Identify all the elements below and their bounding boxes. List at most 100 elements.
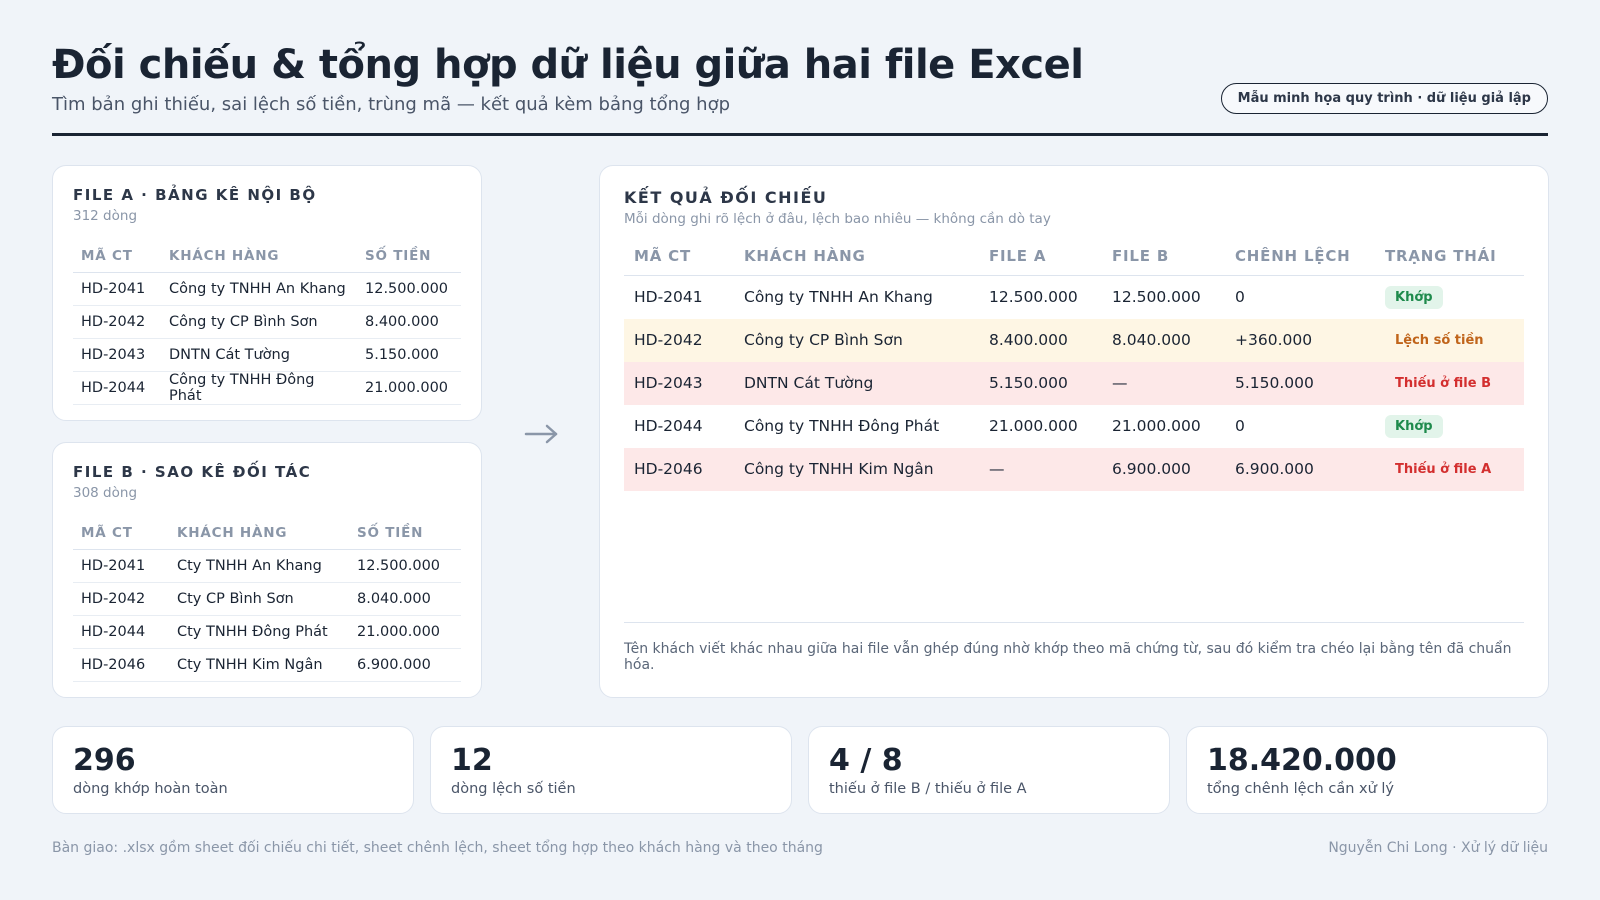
table-row: HD-2041 Công ty TNHH An Khang 12.500.000 12…: [624, 276, 1524, 319]
table-cell: 12.500.000: [357, 272, 461, 306]
table-cell: HD-2043: [73, 338, 161, 372]
stat-total-difference: 18.420.000 tổng chênh lệch cần xử lý: [1186, 726, 1548, 814]
table-cell: 8.400.000: [357, 305, 461, 339]
footer-deliverables: Bàn giao: .xlsx gồm sheet đối chiếu chi …: [52, 840, 823, 856]
table-cell: HD-2044: [73, 371, 161, 405]
table-cell: HD-2043: [624, 361, 734, 405]
file-b-card: FILE B · SAO KÊ ĐỐI TÁC 308 dòng MÃ CT K…: [52, 442, 482, 698]
table-cell: 5.150.000: [1225, 361, 1375, 405]
table-cell: 12.500.000: [989, 288, 1078, 307]
status-cell: Khớp: [1375, 276, 1524, 319]
table-cell: HD-2041: [73, 549, 169, 583]
result-title: KẾT QUẢ ĐỐI CHIẾU: [624, 188, 828, 207]
demo-badge: Mẫu minh họa quy trình · dữ liệu giả lập: [1220, 83, 1548, 114]
table-cell: HD-2044: [634, 417, 703, 435]
status-badge: Thiếu ở file A: [1395, 461, 1492, 477]
table-row: HD-2041 Công ty TNHH An Khang 12.500.000: [73, 272, 461, 306]
table-row: HD-2042 Công ty CP Bình Sơn 8.400.000 8.040…: [624, 318, 1524, 362]
file-a-count: 312 dòng: [73, 208, 138, 224]
table-cell: 5.150.000: [979, 361, 1102, 405]
table-cell: 6.900.000: [1102, 447, 1225, 491]
table-cell: 21.000.000: [349, 615, 461, 649]
table-cell: 0: [1235, 288, 1245, 307]
table-row: HD-2042 Cty CP Bình Sơn 8.040.000: [73, 582, 461, 616]
stat-label: thiếu ở file B / thiếu ở file A: [829, 781, 1027, 797]
column-header-file-a: FILE A: [979, 241, 1102, 276]
table-row: HD-2044 Công ty TNHH Đông Phát 21.000.000: [73, 371, 461, 405]
table-cell: Cty TNHH An Khang: [169, 549, 349, 583]
status-cell: Thiếu ở file B: [1375, 361, 1524, 405]
column-header-status: TRẠNG THÁI: [1375, 241, 1524, 276]
result-table: MÃ CT KHÁCH HÀNG FILE A FILE B CHÊNH LỆC…: [624, 241, 1524, 491]
table-cell: 6.900.000: [1225, 447, 1375, 491]
table-cell: 8.040.000: [349, 582, 461, 616]
table-cell: —: [1102, 361, 1225, 405]
table-cell: Công ty TNHH An Khang: [744, 288, 933, 307]
table-cell: HD-2042: [73, 582, 169, 616]
table-row: HD-2044 Công ty TNHH Đông Phát 21.000.000 2…: [624, 405, 1524, 448]
table-row: HD-2043 DNTN Cát Tường 5.150.000: [73, 338, 461, 372]
table-cell: Cty TNHH Kim Ngân: [169, 648, 349, 682]
table-cell: HD-2041: [634, 288, 703, 307]
column-header-amount: SỐ TIỀN: [349, 519, 461, 550]
footer-author: Nguyễn Chi Long · Xử lý dữ liệu: [1328, 840, 1548, 856]
result-note: Tên khách viết khác nhau giữa hai file v…: [624, 622, 1524, 673]
table-cell: Công ty CP Bình Sơn: [734, 318, 979, 362]
column-header-code: MÃ CT: [73, 519, 169, 550]
file-a-card: FILE A · BẢNG KÊ NỘI BỘ 312 dòng MÃ CT K…: [52, 165, 482, 421]
status-cell: Khớp: [1375, 405, 1524, 448]
status-badge: Lệch số tiền: [1395, 332, 1484, 348]
table-header-row: MÃ CT KHÁCH HÀNG SỐ TIỀN: [73, 242, 461, 273]
file-b-count: 308 dòng: [73, 485, 138, 501]
stat-value: 4 / 8: [829, 743, 903, 778]
stat-value: 296: [73, 743, 136, 778]
result-subtitle: Mỗi dòng ghi rõ lệch ở đâu, lệch bao nhi…: [624, 211, 1051, 227]
table-header-row: MÃ CT KHÁCH HÀNG SỐ TIỀN: [73, 519, 461, 550]
table-cell: Công ty TNHH Đông Phát: [161, 371, 357, 405]
table-cell: 12.500.000: [1112, 288, 1201, 307]
table-cell: DNTN Cát Tường: [161, 338, 357, 372]
stat-label: dòng lệch số tiền: [451, 781, 576, 797]
table-cell: Cty CP Bình Sơn: [169, 582, 349, 616]
file-a-title: FILE A · BẢNG KÊ NỘI BỘ: [73, 186, 317, 204]
table-cell: HD-2042: [624, 318, 734, 362]
stat-value: 18.420.000: [1207, 743, 1397, 778]
table-row: HD-2046 Công ty TNHH Kim Ngân —6.900.000 6.…: [624, 447, 1524, 491]
table-cell: 12.500.000: [349, 549, 461, 583]
status-badge: Thiếu ở file B: [1395, 375, 1491, 391]
table-cell: 6.900.000: [349, 648, 461, 682]
table-row: HD-2044 Cty TNHH Đông Phát 21.000.000: [73, 615, 461, 649]
table-cell: HD-2046: [73, 648, 169, 682]
file-a-table: MÃ CT KHÁCH HÀNG SỐ TIỀN HD-2041 Công ty …: [73, 242, 461, 405]
column-header-difference: CHÊNH LỆCH: [1225, 241, 1375, 276]
table-cell: HD-2041: [73, 272, 161, 306]
table-row: HD-2042 Công ty CP Bình Sơn 8.400.000: [73, 305, 461, 339]
table-cell: 8.040.000: [1102, 318, 1225, 362]
status-badge: Khớp: [1385, 414, 1443, 438]
page-header: Đối chiếu & tổng hợp dữ liệu giữa hai fi…: [52, 40, 1548, 136]
file-b-title: FILE B · SAO KÊ ĐỐI TÁC: [73, 463, 312, 481]
stat-label: tổng chênh lệch cần xử lý: [1207, 781, 1394, 797]
arrow-right-icon: [524, 424, 558, 444]
table-cell: HD-2044: [73, 615, 169, 649]
column-header-customer: KHÁCH HÀNG: [169, 519, 349, 550]
table-cell: +360.000: [1225, 318, 1375, 362]
table-cell: 21.000.000: [1112, 417, 1201, 435]
stat-missing: 4 / 8 thiếu ở file B / thiếu ở file A: [808, 726, 1170, 814]
table-cell: Công ty TNHH Đông Phát: [744, 417, 940, 435]
file-b-table: MÃ CT KHÁCH HÀNG SỐ TIỀN HD-2041 Cty TNHH…: [73, 519, 461, 682]
status-badge: Khớp: [1385, 285, 1443, 309]
stat-matched: 296 dòng khớp hoàn toàn: [52, 726, 414, 814]
table-cell: 21.000.000: [989, 417, 1078, 435]
status-cell: Lệch số tiền: [1375, 318, 1524, 362]
status-cell: Thiếu ở file A: [1375, 447, 1524, 491]
table-cell: Công ty TNHH An Khang: [161, 272, 357, 306]
stat-label: dòng khớp hoàn toàn: [73, 781, 228, 797]
table-cell: 0: [1235, 417, 1245, 435]
table-cell: Cty TNHH Đông Phát: [169, 615, 349, 649]
table-row: HD-2041 Cty TNHH An Khang 12.500.000: [73, 549, 461, 583]
table-cell: 5.150.000: [357, 338, 461, 372]
column-header-file-b: FILE B: [1102, 241, 1225, 276]
table-cell: Công ty CP Bình Sơn: [161, 305, 357, 339]
table-cell: Công ty TNHH Kim Ngân: [734, 447, 979, 491]
